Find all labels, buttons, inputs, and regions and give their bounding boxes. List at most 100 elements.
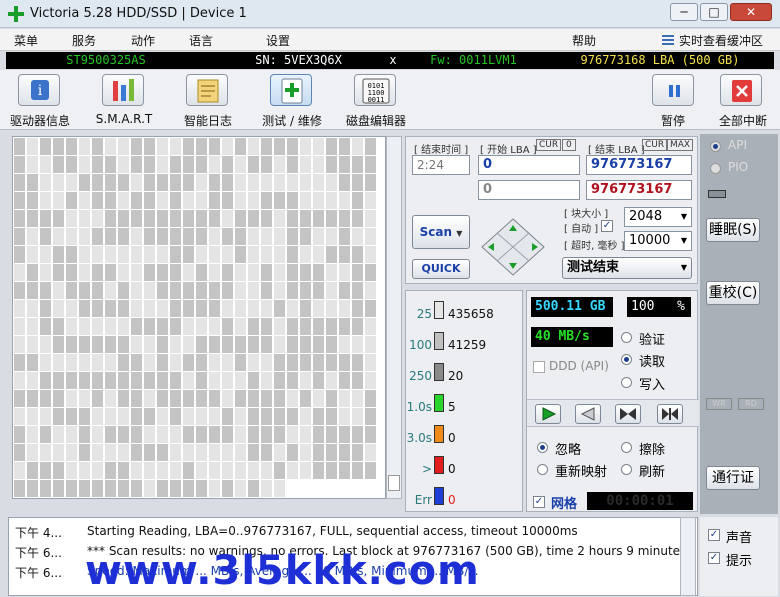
menu-item-language[interactable]: 语言 xyxy=(189,32,213,49)
quick-button[interactable]: QUICK xyxy=(412,259,470,279)
write-radio[interactable] xyxy=(621,377,632,388)
sector-block xyxy=(79,228,90,245)
ignore-radio[interactable] xyxy=(537,442,548,453)
play-button[interactable] xyxy=(535,404,561,424)
legend-label: 3.0s xyxy=(406,431,432,445)
sleep-button[interactable]: 睡眠(S) xyxy=(706,218,760,242)
sector-block xyxy=(66,300,77,317)
pio-radio[interactable] xyxy=(710,163,721,174)
sector-block xyxy=(92,264,103,281)
drive-info-button[interactable]: i 驱动器信息 xyxy=(6,74,74,128)
close-button[interactable]: ✕ xyxy=(730,3,772,21)
sector-block xyxy=(144,174,155,191)
refresh-radio[interactable] xyxy=(621,464,632,475)
auto-checkbox[interactable]: ✓ xyxy=(601,220,613,232)
scan-button[interactable]: Scan ▼ xyxy=(412,215,470,249)
sector-block xyxy=(157,408,168,425)
end-lba-input[interactable]: 976773167 xyxy=(586,155,692,175)
sector-block xyxy=(144,264,155,281)
sector-block xyxy=(300,354,311,371)
smart-label: S.M.A.R.T xyxy=(95,112,153,126)
sector-block xyxy=(144,156,155,173)
back-button[interactable] xyxy=(575,404,601,424)
sector-block xyxy=(326,192,337,209)
sector-block xyxy=(79,462,90,479)
sector-block xyxy=(313,462,324,479)
sector-block xyxy=(170,336,181,353)
passport-button[interactable]: 通行证 xyxy=(706,466,760,490)
menu-item-action[interactable]: 动作 xyxy=(131,32,155,49)
sector-block xyxy=(131,282,142,299)
smart-log-button[interactable]: 智能日志 xyxy=(174,74,242,128)
sector-block xyxy=(326,390,337,407)
legend-count: 41259 xyxy=(448,338,487,352)
sector-block xyxy=(196,264,207,281)
rewind-button[interactable] xyxy=(615,404,641,424)
status-select[interactable]: 测试结束 ▼ xyxy=(562,257,692,279)
menu-item-settings[interactable]: 设置 xyxy=(266,32,290,49)
break-all-button[interactable]: 全部中断 xyxy=(710,74,776,128)
recalibrate-button[interactable]: 重校(C) xyxy=(706,281,760,305)
sector-block xyxy=(222,318,233,335)
disk-editor-button[interactable]: 0101 1100 0011 磁盘编辑器 xyxy=(342,74,410,128)
sector-block xyxy=(27,354,38,371)
menu-item-help[interactable]: 帮助 xyxy=(572,32,596,49)
sector-block xyxy=(183,282,194,299)
realtime-buffer-menu[interactable]: 实时查看缓冲区 xyxy=(679,32,763,49)
test-repair-button[interactable]: 测试 / 维修 xyxy=(258,74,326,128)
sector-block xyxy=(144,246,155,263)
sector-block xyxy=(339,300,350,317)
sector-block xyxy=(352,354,363,371)
sector-block xyxy=(157,282,168,299)
end-time-input[interactable]: 2:24 xyxy=(412,155,470,175)
start-zero-button[interactable]: 0 xyxy=(562,139,576,151)
window-title: Victoria 5.28 HDD/SSD | Device 1 xyxy=(30,6,247,21)
sound-checkbox[interactable]: ✓ xyxy=(708,529,720,541)
sector-block xyxy=(131,390,142,407)
sector-block xyxy=(313,372,324,389)
start-lba-input[interactable]: 0 xyxy=(478,155,580,175)
block-size-select[interactable]: 2048 ▼ xyxy=(624,207,692,227)
erase-radio[interactable] xyxy=(621,442,632,453)
end-cur-button[interactable]: CUR xyxy=(642,139,668,151)
log-scrollbar[interactable] xyxy=(680,517,696,596)
sector-block xyxy=(365,282,376,299)
sector-block xyxy=(157,156,168,173)
verify-radio[interactable] xyxy=(621,332,632,343)
log-row: 下午 4... Starting Reading, LBA=0..9767731… xyxy=(15,524,578,541)
sector-block xyxy=(170,426,181,443)
remap-radio[interactable] xyxy=(537,464,548,475)
hint-checkbox[interactable]: ✓ xyxy=(708,552,720,564)
start-cur-button[interactable]: CUR xyxy=(536,139,562,151)
sector-block xyxy=(131,408,142,425)
sector-block xyxy=(313,174,324,191)
sector-block xyxy=(27,156,38,173)
minimize-button[interactable]: ─ xyxy=(670,3,698,21)
sector-block xyxy=(313,264,324,281)
start-lba-label: [ 开始 LBA ] xyxy=(480,145,537,156)
sector-block xyxy=(248,372,259,389)
menu-item-menu[interactable]: 菜单 xyxy=(14,32,38,49)
end-max-button[interactable]: MAX xyxy=(667,139,694,151)
sector-block xyxy=(27,462,38,479)
smart-button[interactable]: S.M.A.R.T xyxy=(90,74,158,128)
api-radio[interactable] xyxy=(710,141,721,152)
ddd-api-checkbox[interactable] xyxy=(533,361,545,373)
scrollbar-thumb[interactable] xyxy=(388,475,400,491)
sector-block xyxy=(183,192,194,209)
grid-checkbox[interactable]: ✓ xyxy=(533,496,545,508)
drive-close-x[interactable]: x xyxy=(386,53,400,67)
read-radio[interactable] xyxy=(621,354,632,365)
sector-block xyxy=(196,354,207,371)
sector-block xyxy=(196,246,207,263)
skip-end-button[interactable] xyxy=(657,404,683,424)
menu-item-service[interactable]: 服务 xyxy=(72,32,96,49)
timeout-select[interactable]: 10000 ▼ xyxy=(624,231,692,251)
maximize-button[interactable]: □ xyxy=(700,3,728,21)
sector-block xyxy=(352,462,363,479)
sector-block xyxy=(352,336,363,353)
sector-block xyxy=(131,336,142,353)
direction-pad[interactable] xyxy=(480,217,546,277)
pause-button[interactable]: 暂停 xyxy=(648,74,698,128)
sector-block xyxy=(261,138,272,155)
